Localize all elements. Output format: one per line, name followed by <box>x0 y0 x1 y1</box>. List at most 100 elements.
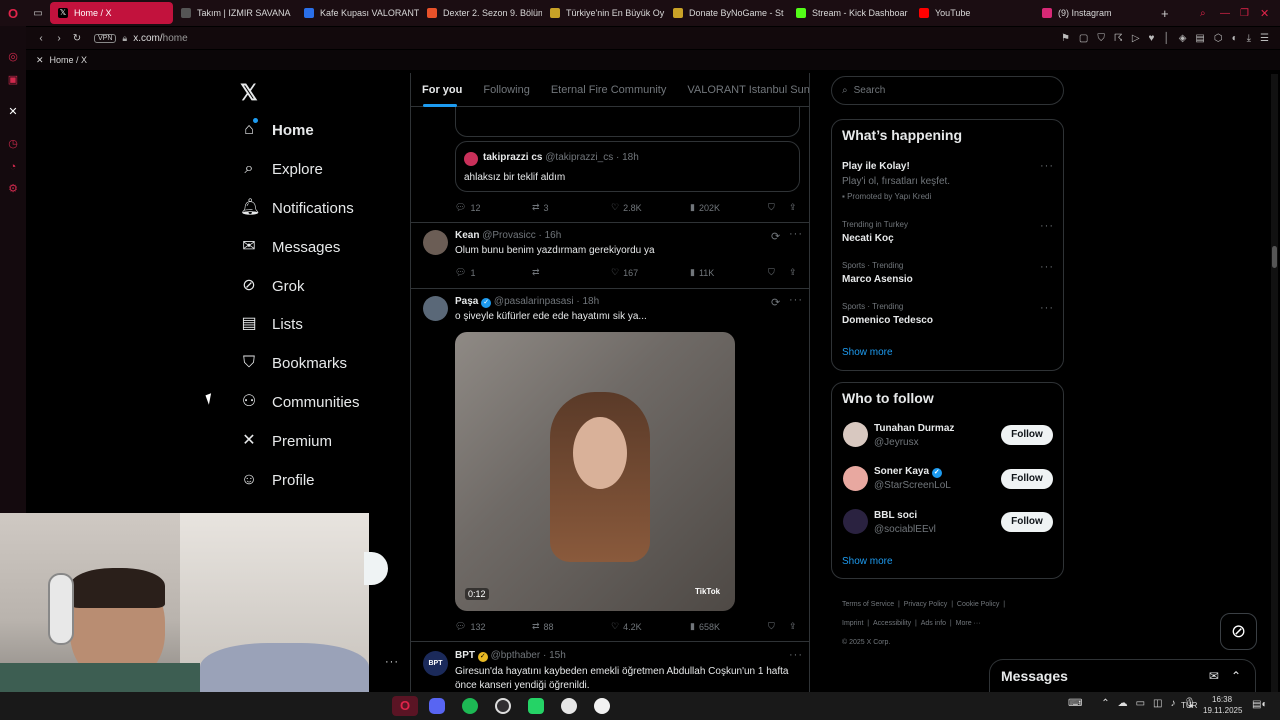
bookmark-button[interactable]: ⛉ <box>768 267 775 278</box>
reply-button[interactable]: 💬︎ 132 <box>455 621 485 632</box>
footer-terms[interactable]: Terms of Service <box>842 601 894 608</box>
new-tab-button[interactable]: + <box>1161 6 1169 21</box>
search-tabs-icon[interactable]: ⌕ <box>1200 8 1220 19</box>
new-message-icon[interactable]: ✉ <box>1209 669 1219 683</box>
messages-drawer[interactable]: Messages ✉ ⌃ <box>989 659 1256 692</box>
grok-floating-button[interactable]: ⊘ <box>1220 613 1257 650</box>
notification-icon[interactable]: ▤◐ <box>1252 699 1268 710</box>
share-button[interactable]: ⇪ <box>789 267 797 278</box>
scrollbar[interactable] <box>1271 74 1278 692</box>
more-icon[interactable]: ··· <box>1040 261 1054 273</box>
bookmark-home-x[interactable]: Home / X <box>50 55 88 65</box>
tab-following[interactable]: Following <box>483 84 529 96</box>
tab-dexter[interactable]: Dexter 2. Sezon 9. Bölüm <box>419 2 542 24</box>
grok-icon[interactable]: ⟳ <box>771 230 781 243</box>
account-more-icon[interactable]: ··· <box>385 656 399 668</box>
settings-icon[interactable]: ⚙ <box>7 183 19 195</box>
x-sidebar-icon[interactable]: ✕ <box>7 106 19 118</box>
nav-notifications[interactable]: 🔔︎ Notifications <box>240 193 354 223</box>
pinboard-icon[interactable]: ▣ <box>7 74 19 86</box>
share-button[interactable]: ⇪ <box>789 202 797 213</box>
views-button[interactable]: ▮ 658K <box>690 621 720 632</box>
nav-communities[interactable]: ⚇ Communities <box>240 387 360 417</box>
footer-privacy[interactable]: Privacy Policy <box>904 601 948 608</box>
expand-icon[interactable]: ⌃ <box>1231 669 1241 683</box>
discord-icon[interactable] <box>429 698 445 714</box>
quoted-post[interactable]: takiprazzi cs @takiprazzi_cs · 18h ahlak… <box>455 141 800 192</box>
back-icon[interactable]: ‹ <box>32 33 50 44</box>
clock-date[interactable]: 19.11.2025 <box>1203 706 1242 715</box>
follow-name[interactable]: BBL soci <box>874 510 917 521</box>
tab-eternal-fire[interactable]: Eternal Fire Community <box>551 84 667 96</box>
avatar[interactable] <box>843 509 868 534</box>
clock-time[interactable]: 16:38 <box>1212 695 1232 704</box>
avatar[interactable] <box>423 296 448 321</box>
tab-youtube[interactable]: YouTube <box>911 2 1034 24</box>
like-button[interactable]: ♡ 2.8K <box>611 202 642 213</box>
more-icon[interactable]: ··· <box>1040 160 1054 172</box>
x-menu-button[interactable] <box>364 552 388 585</box>
tab-for-you[interactable]: For you <box>422 84 462 96</box>
tab-kafe-kupasi[interactable]: Kafe Kupası VALORANT <box>296 2 419 24</box>
follow-name[interactable]: Tunahan Durmaz <box>874 423 954 434</box>
reply-button[interactable]: 💬︎ 1 <box>455 267 475 278</box>
footer-cookie[interactable]: Cookie Policy <box>957 601 999 608</box>
scrollbar-thumb[interactable] <box>1272 246 1277 268</box>
tab-instagram[interactable]: (9) Instagram <box>1034 2 1157 24</box>
like-button[interactable]: ♡ 4.2K <box>611 621 642 632</box>
tab-donate[interactable]: Donate ByNoGame - St <box>665 2 788 24</box>
avatar[interactable] <box>843 422 868 447</box>
follow-button[interactable]: Follow <box>1001 425 1053 445</box>
messenger-icon[interactable]: ◎ <box>7 51 19 63</box>
obs-icon[interactable] <box>495 698 511 714</box>
trend-item[interactable]: Necati Koç <box>842 233 894 244</box>
grok-icon[interactable]: ⟳ <box>771 296 781 309</box>
nav-home[interactable]: ⌂ Home <box>240 115 314 145</box>
video-player[interactable]: 0:12 TikTok <box>455 332 735 611</box>
avatar[interactable] <box>423 230 448 255</box>
more-icon[interactable]: ··· <box>789 294 803 306</box>
spotify-icon[interactable] <box>462 698 478 714</box>
app-white-icon[interactable] <box>594 698 610 714</box>
tab-home-x[interactable]: 𝕏 Home / X <box>50 2 173 24</box>
nav-profile[interactable]: ☺ Profile <box>240 465 315 495</box>
app-pink-icon[interactable] <box>561 698 577 714</box>
toolbar-icons[interactable]: ⚑▢⛉☈▷♥│◈▤⬡◐⤓☰ <box>1061 33 1278 44</box>
opera-logo-icon[interactable]: O <box>0 0 26 26</box>
show-more-link[interactable]: Show more <box>842 347 893 358</box>
share-button[interactable]: ⇪ <box>789 621 797 632</box>
trend-item[interactable]: Marco Asensio <box>842 274 913 285</box>
avatar[interactable] <box>843 466 868 491</box>
nav-premium[interactable]: ✕ Premium <box>240 426 332 456</box>
more-icon[interactable]: ··· <box>789 228 803 240</box>
follow-button[interactable]: Follow <box>1001 469 1053 489</box>
close-icon[interactable]: ✕ <box>1260 7 1280 20</box>
footer-accessibility[interactable]: Accessibility <box>873 620 911 627</box>
x-logo[interactable]: 𝕏 <box>240 80 258 106</box>
more-icon[interactable]: ··· <box>1040 302 1054 314</box>
repost-button[interactable]: ⇄ 88 <box>532 621 554 632</box>
more-icon[interactable]: ··· <box>1040 220 1054 232</box>
history-icon[interactable]: ◷ <box>7 138 19 150</box>
opera-taskbar-icon[interactable]: O <box>392 696 418 716</box>
nav-grok[interactable]: ⊘ Grok <box>240 271 304 301</box>
workspaces-icon[interactable]: ▭ <box>26 8 50 19</box>
maximize-icon[interactable]: ❐ <box>1240 8 1260 19</box>
app-green-icon[interactable] <box>528 698 544 714</box>
nav-bookmarks[interactable]: ⛉ Bookmarks <box>240 348 347 378</box>
tab-turkiye[interactable]: Türkiye'nin En Büyük Oy <box>542 2 665 24</box>
language-indicator[interactable]: TUR <box>1181 701 1197 710</box>
reply-button[interactable]: 💬︎ 12 <box>455 202 480 213</box>
tab-valorant-istanbul[interactable]: VALORANT Istanbul Sunucus <box>687 84 809 96</box>
reload-icon[interactable]: ↻ <box>68 33 86 44</box>
show-more-link[interactable]: Show more <box>842 556 893 567</box>
url-field[interactable]: x.com/home <box>133 33 187 44</box>
tab-takim[interactable]: Takım | IZMIR SAVANA <box>173 2 296 24</box>
clock-icon[interactable]: ◔ <box>7 161 19 173</box>
follow-button[interactable]: Follow <box>1001 512 1053 532</box>
more-icon[interactable]: ··· <box>789 649 803 661</box>
views-button[interactable]: ▮ 11K <box>690 267 714 278</box>
repost-button[interactable]: ⇄ <box>532 267 540 278</box>
views-button[interactable]: ▮ 202K <box>690 202 720 213</box>
forward-icon[interactable]: › <box>50 33 68 44</box>
